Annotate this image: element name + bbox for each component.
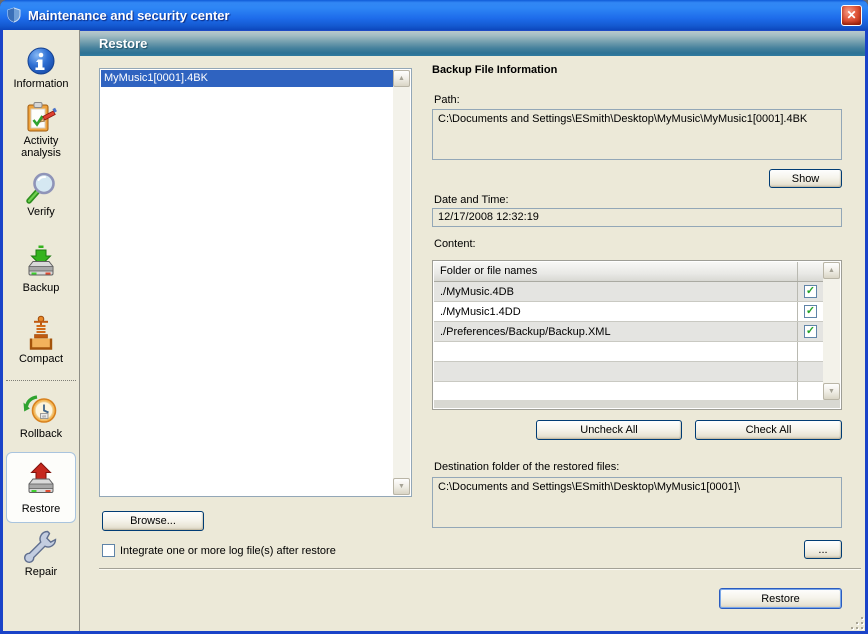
table-row-empty: [434, 362, 823, 382]
activity-analysis-icon: [23, 100, 59, 134]
file-name: ./MyMusic1.4DD: [434, 302, 797, 321]
table-row-empty: [434, 342, 823, 362]
information-icon: [26, 46, 56, 77]
backup-icon: [23, 245, 59, 281]
destination-label: Destination folder of the restored files…: [434, 461, 619, 473]
scroll-up-icon[interactable]: ▲: [823, 262, 840, 279]
sidebar-label: Verify: [27, 206, 55, 218]
sidebar-label: Backup: [23, 282, 60, 294]
rollback-icon: on: [23, 390, 59, 427]
backup-file-info-title: Backup File Information: [432, 64, 557, 76]
restore-panel: Restore MyMusic1[0001].4BK ▲ ▼ Browse...…: [80, 30, 865, 631]
sidebar-label: Activity analysis: [13, 135, 69, 159]
table-row[interactable]: ./Preferences/Backup/Backup.XML ✓: [434, 322, 823, 342]
file-name: ./MyMusic.4DB: [434, 282, 797, 301]
bottom-divider: [99, 568, 861, 570]
compact-icon: [23, 315, 59, 352]
sidebar-divider: [6, 380, 76, 381]
sidebar-label: Restore: [22, 503, 61, 515]
browse-button[interactable]: Browse...: [102, 511, 204, 531]
table-header-row[interactable]: Folder or file names: [434, 262, 823, 282]
sidebar-item-verify[interactable]: Verify: [3, 170, 79, 218]
destination-field[interactable]: C:\Documents and Settings\ESmith\Desktop…: [432, 477, 842, 528]
table-row[interactable]: ./MyMusic1.4DD ✓: [434, 302, 823, 322]
choose-destination-button[interactable]: ...: [804, 540, 842, 559]
shield-icon: [6, 7, 22, 23]
show-button[interactable]: Show: [769, 169, 842, 188]
datetime-field: 12/17/2008 12:32:19: [432, 208, 842, 227]
sidebar: Information Activity analysis: [3, 30, 80, 631]
sidebar-item-repair[interactable]: Repair: [3, 528, 79, 578]
column-header[interactable]: Folder or file names: [434, 262, 797, 281]
resize-grip[interactable]: [850, 616, 863, 629]
path-field: C:\Documents and Settings\ESmith\Desktop…: [432, 109, 842, 160]
maintenance-security-window: Maintenance and security center ✕ Inform…: [0, 0, 868, 634]
path-label: Path:: [434, 94, 460, 106]
sidebar-label: Rollback: [20, 428, 62, 440]
scroll-up-icon[interactable]: ▲: [393, 70, 410, 87]
table-row[interactable]: ./MyMusic.4DB ✓: [434, 282, 823, 302]
integrate-log-checkbox[interactable]: [102, 544, 115, 557]
sidebar-item-activity-analysis[interactable]: Activity analysis: [3, 100, 79, 159]
repair-icon: [23, 528, 59, 565]
section-header: Restore: [80, 30, 865, 56]
row-checkbox[interactable]: ✓: [804, 285, 817, 298]
table-row-empty: [434, 382, 823, 402]
content-label: Content:: [434, 238, 476, 250]
log-checkbox-row: Integrate one or more log file(s) after …: [102, 544, 336, 557]
sidebar-item-compact[interactable]: Compact: [3, 315, 79, 365]
sidebar-item-backup[interactable]: Backup: [3, 245, 79, 294]
sidebar-item-restore[interactable]: Restore: [6, 452, 76, 523]
table-scrollbar[interactable]: ▲ ▼: [823, 262, 840, 400]
sidebar-label: Compact: [19, 353, 63, 365]
window-body: Information Activity analysis: [3, 30, 865, 631]
table-bottom-strip: [434, 400, 840, 408]
row-checkbox[interactable]: ✓: [804, 305, 817, 318]
row-checkbox[interactable]: ✓: [804, 325, 817, 338]
verify-icon: [24, 170, 58, 205]
window-title: Maintenance and security center: [28, 8, 841, 23]
sidebar-label: Information: [13, 78, 68, 90]
checkbox-column-header: [797, 262, 823, 281]
scroll-down-icon[interactable]: ▼: [823, 383, 840, 400]
close-button[interactable]: ✕: [841, 5, 862, 26]
list-scrollbar[interactable]: ▲ ▼: [393, 70, 410, 495]
scroll-down-icon[interactable]: ▼: [393, 478, 410, 495]
integrate-log-label: Integrate one or more log file(s) after …: [120, 545, 336, 557]
sidebar-item-rollback[interactable]: on Rollback: [3, 390, 79, 440]
content-table: Folder or file names ./MyMusic.4DB ✓ ./M…: [432, 260, 842, 410]
file-name: ./Preferences/Backup/Backup.XML: [434, 322, 797, 341]
restore-button[interactable]: Restore: [719, 588, 842, 609]
sidebar-item-information[interactable]: Information: [3, 46, 79, 90]
title-bar[interactable]: Maintenance and security center ✕: [0, 0, 868, 30]
list-item[interactable]: MyMusic1[0001].4BK: [101, 70, 393, 87]
uncheck-all-button[interactable]: Uncheck All: [536, 420, 682, 440]
restore-icon: [23, 461, 59, 502]
backup-file-list[interactable]: MyMusic1[0001].4BK ▲ ▼: [99, 68, 412, 497]
svg-text:on: on: [42, 415, 46, 419]
check-all-button[interactable]: Check All: [695, 420, 842, 440]
sidebar-label: Repair: [25, 566, 57, 578]
datetime-label: Date and Time:: [434, 194, 509, 206]
